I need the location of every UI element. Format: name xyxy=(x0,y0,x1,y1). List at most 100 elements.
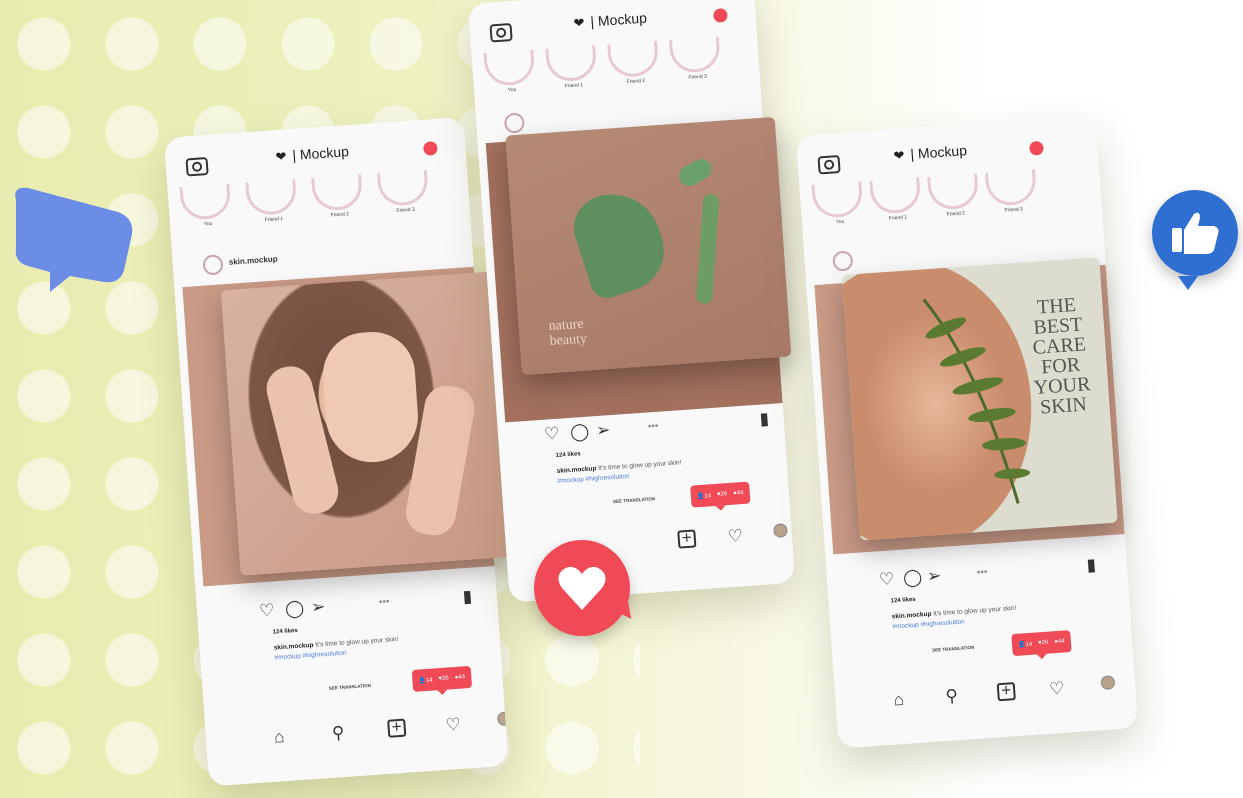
heart-icon[interactable]: ♡ xyxy=(878,569,895,589)
app-logo: ❤ | Mockup xyxy=(893,142,968,164)
post-actions: ♡ ◯ ➢ ••• ▮ xyxy=(197,586,498,629)
comment-icon[interactable]: ◯ xyxy=(902,567,922,587)
likes-stat: ♥26 xyxy=(716,491,728,498)
bottom-nav: ⌂ ⚲ + ♡ xyxy=(206,711,509,773)
likes-stat: ♥26 xyxy=(1037,639,1049,647)
avatar[interactable] xyxy=(503,112,526,134)
notification-badge[interactable] xyxy=(1028,140,1044,156)
brand-name: Mockup xyxy=(917,142,968,162)
image-overlay-text: nature beauty xyxy=(548,316,588,350)
post-caption: skin.mockup It's time to glow up your sk… xyxy=(891,599,1092,633)
like-thumbs-up-icon xyxy=(1148,184,1243,296)
more-icon[interactable]: ••• xyxy=(976,564,988,583)
camera-icon[interactable] xyxy=(185,157,209,177)
headline-text: THE BEST CARE FOR YOUR SKIN xyxy=(1031,293,1092,419)
brand-name: Mockup xyxy=(597,9,648,29)
notification-badge[interactable] xyxy=(712,7,728,23)
heart-icon[interactable]: ♡ xyxy=(259,600,276,620)
activity-heart-icon[interactable]: ♡ xyxy=(1049,679,1066,700)
more-icon[interactable]: ••• xyxy=(378,593,390,612)
activity-stats-pill: 👤14 ♥26 ●44 xyxy=(1011,630,1072,657)
heart-like-icon xyxy=(530,536,650,642)
post-caption: skin.mockup It's time to glow up your sk… xyxy=(274,630,475,664)
caption-username[interactable]: skin.mockup xyxy=(274,642,314,652)
see-translation-link[interactable]: SEE TRANSLATION xyxy=(613,496,655,504)
activity-heart-icon[interactable]: ♡ xyxy=(727,526,744,547)
story-item[interactable]: You xyxy=(483,49,538,95)
story-label: You xyxy=(835,218,845,226)
comments-stat: ●44 xyxy=(454,674,466,682)
caption-hashtags[interactable]: #mockup #highresolution xyxy=(274,650,347,662)
activity-heart-icon[interactable]: ♡ xyxy=(445,715,462,736)
bottom-nav: ⌂ ⚲ + ♡ xyxy=(835,674,1137,735)
followers-stat: 👤14 xyxy=(418,677,433,685)
story-label: Friend 2 xyxy=(330,211,350,219)
caption-hashtags[interactable]: #mockup #highresolution xyxy=(557,473,630,485)
story-label: Friend 2 xyxy=(946,210,966,218)
bird-logo-icon: ❤ xyxy=(893,147,906,164)
bookmark-icon[interactable]: ▮ xyxy=(462,587,473,607)
story-item[interactable]: Friend 3 xyxy=(669,36,724,82)
jade-roller-handle xyxy=(695,193,720,305)
bookmark-icon[interactable]: ▮ xyxy=(1086,555,1097,575)
comment-icon[interactable]: ◯ xyxy=(569,422,589,442)
story-label: Friend 2 xyxy=(626,77,646,86)
story-label: Friend 1 xyxy=(888,214,908,222)
story-label: Friend 3 xyxy=(688,73,708,81)
more-icon[interactable]: ••• xyxy=(647,418,659,437)
story-item[interactable]: Friend 2 xyxy=(607,40,662,87)
heart-icon[interactable]: ♡ xyxy=(544,424,561,444)
caption-text: It's time to glow up your skin! xyxy=(932,604,1017,618)
app-logo: ❤ | Mockup xyxy=(275,143,350,165)
phone-right: ❤ | Mockup You Friend 1 Friend 2 Friend 3… xyxy=(796,115,1139,749)
likes-count: 124 likes xyxy=(890,596,916,605)
share-icon[interactable]: ➢ xyxy=(595,420,611,440)
story-item[interactable]: Friend 1 xyxy=(245,178,300,225)
caption-username[interactable]: skin.mockup xyxy=(892,611,932,621)
home-icon[interactable]: ⌂ xyxy=(893,690,905,711)
post-image-portrait xyxy=(220,270,523,576)
caption-hashtags[interactable]: #mockup #highresolution xyxy=(892,618,965,630)
comment-icon[interactable]: ◯ xyxy=(285,598,305,618)
caption-text: It's time to glow up your skin! xyxy=(315,635,399,649)
activity-stats-pill: 👤14 ♥26 ●44 xyxy=(411,665,472,692)
jade-roller-stone xyxy=(675,155,716,190)
post-image-skin-care: THE BEST CARE FOR YOUR SKIN xyxy=(841,257,1118,541)
brand-name: Mockup xyxy=(299,143,350,163)
story-item[interactable]: You xyxy=(179,183,234,229)
share-icon[interactable]: ➢ xyxy=(926,566,942,586)
likes-count: 124 likes xyxy=(272,627,298,636)
share-icon[interactable]: ➢ xyxy=(310,597,326,617)
caption-username[interactable]: skin.mockup xyxy=(557,465,597,475)
search-icon[interactable]: ⚲ xyxy=(945,686,959,707)
story-label: You xyxy=(507,86,517,94)
story-label: Friend 3 xyxy=(396,206,415,214)
camera-icon[interactable] xyxy=(489,23,513,43)
story-label: Friend 1 xyxy=(264,215,284,224)
post-username[interactable]: skin.mockup xyxy=(229,254,278,266)
likes-count: 124 likes xyxy=(555,451,581,459)
see-translation-link[interactable]: SEE TRANSLATION xyxy=(932,645,974,653)
story-item[interactable]: You xyxy=(811,181,866,227)
camera-icon[interactable] xyxy=(817,155,841,175)
story-item[interactable]: Friend 1 xyxy=(545,45,600,91)
see-translation-link[interactable]: SEE TRANSLATION xyxy=(329,683,371,691)
notification-badge[interactable] xyxy=(422,140,438,156)
likes-stat: ♥26 xyxy=(438,675,450,683)
avatar[interactable] xyxy=(202,254,224,276)
followers-stat: 👤14 xyxy=(696,492,712,500)
activity-stats-pill: 👤14 ♥26 ●44 xyxy=(690,481,751,508)
story-item[interactable]: Friend 3 xyxy=(376,169,432,216)
home-icon[interactable]: ⌂ xyxy=(273,727,285,748)
chat-bubble-icon xyxy=(15,187,133,292)
bookmark-icon[interactable]: ▮ xyxy=(759,409,770,429)
story-item[interactable]: Friend 3 xyxy=(985,169,1040,215)
story-item[interactable]: Friend 2 xyxy=(927,173,982,219)
story-item[interactable]: Friend 2 xyxy=(311,174,366,220)
caption-text: It's time to glow up your skin! xyxy=(598,459,682,473)
story-item[interactable]: Friend 1 xyxy=(869,177,924,223)
avatar[interactable] xyxy=(832,250,854,272)
search-icon[interactable]: ⚲ xyxy=(331,723,345,744)
phone-left: ❤ | Mockup You Friend 1 Friend 2 Friend 3… xyxy=(164,117,523,787)
face-shape xyxy=(320,329,422,466)
